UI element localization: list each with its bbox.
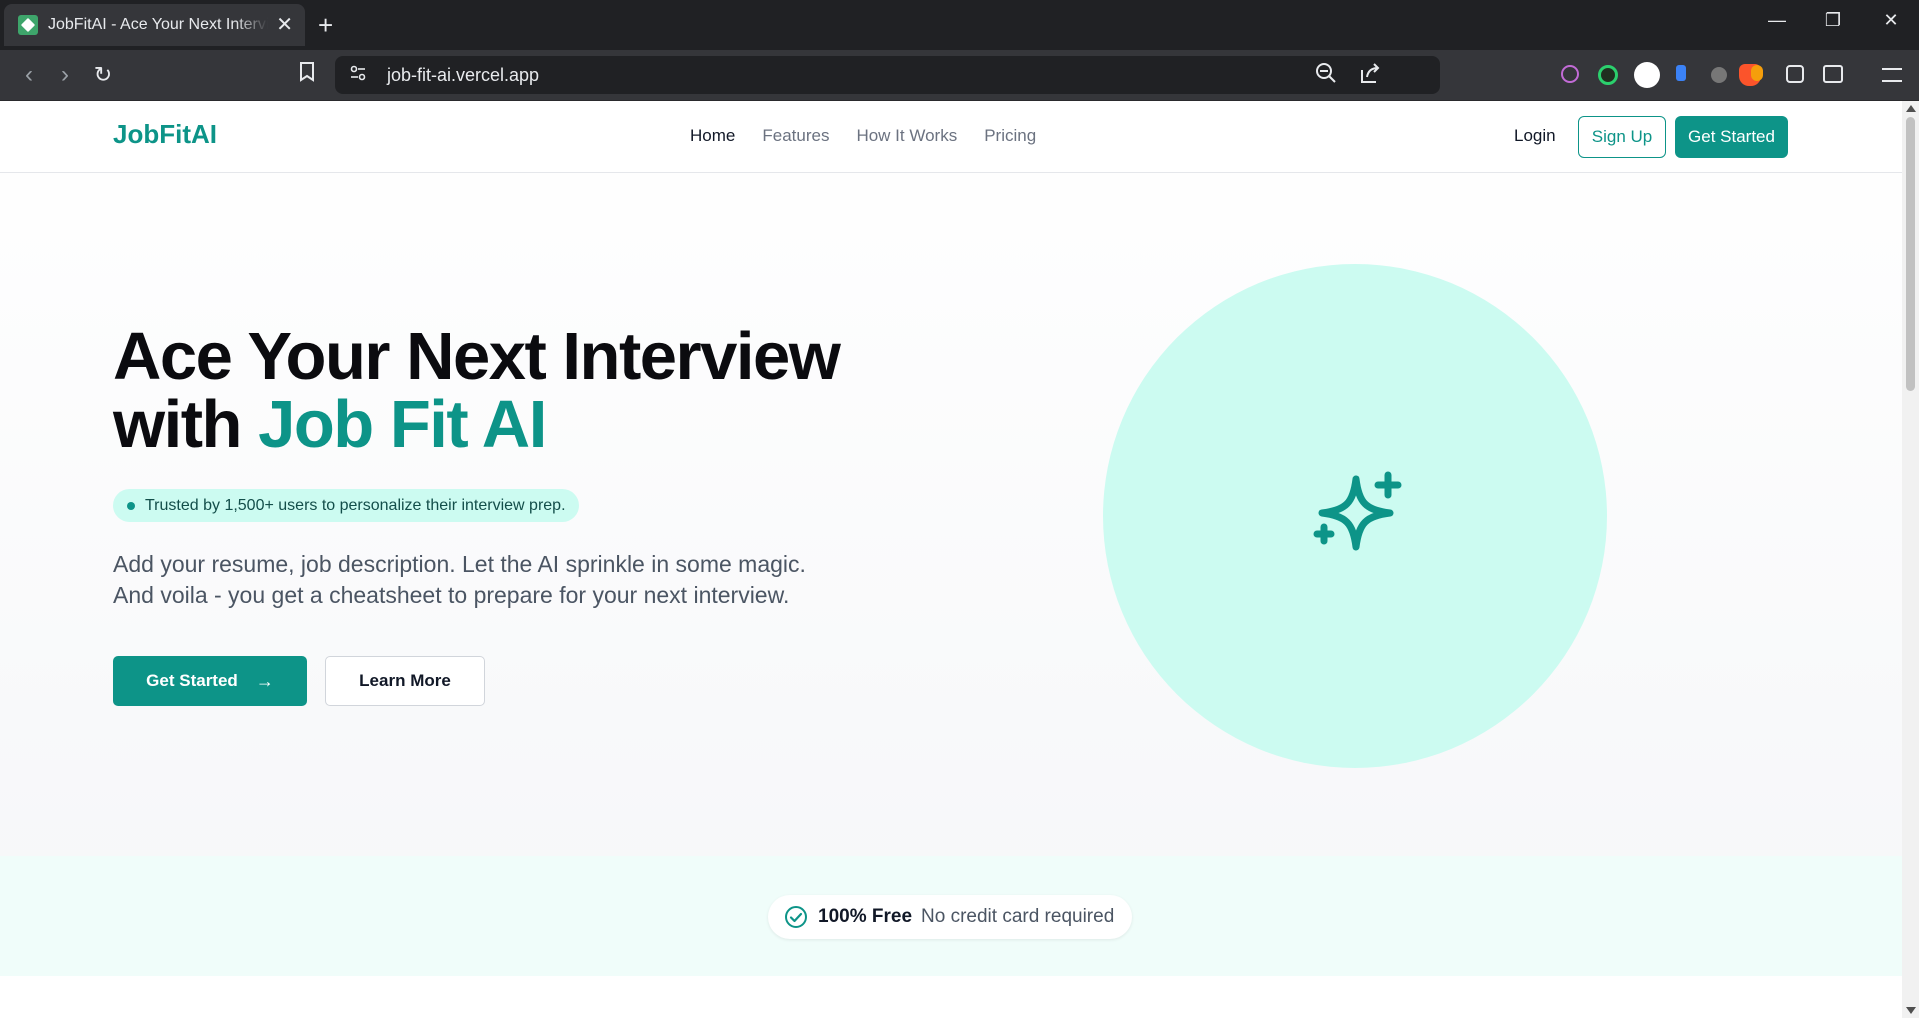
main-nav: Home Features How It Works Pricing (690, 126, 1036, 146)
header-get-started-button[interactable]: Get Started (1675, 116, 1788, 158)
check-circle-icon (785, 906, 807, 928)
site-favicon-icon (18, 15, 38, 35)
extension-radio-icon[interactable] (1561, 65, 1579, 83)
browser-toolbar: ‹ › ↻ job-fit-ai.vercel.app (0, 50, 1919, 101)
browser-tab[interactable]: JobFitAI - Ace Your Next Interview ✕ (4, 4, 305, 46)
tab-title: JobFitAI - Ace Your Next Interview (48, 16, 269, 33)
extension-avatar-icon[interactable] (1634, 62, 1660, 88)
free-label: 100% Free (818, 906, 913, 927)
next-section (0, 976, 1902, 1018)
url-text[interactable]: job-fit-ai.vercel.app (387, 65, 539, 86)
reader-mode-icon[interactable] (1823, 65, 1843, 83)
scrollbar-thumb[interactable] (1906, 117, 1915, 391)
trust-badge: Trusted by 1,500+ users to personalize t… (113, 489, 579, 522)
extension-orange-icon[interactable] (1751, 65, 1763, 81)
share-icon[interactable] (1359, 62, 1381, 90)
hero-description-line2: And voila - you get a cheatsheet to prep… (113, 582, 790, 608)
trust-badge-text: Trusted by 1,500+ users to personalize t… (145, 496, 566, 514)
zoom-icon[interactable] (1315, 62, 1337, 90)
bookmark-icon[interactable] (292, 60, 322, 90)
no-credit-card-note: No credit card required (921, 906, 1115, 927)
scroll-down-icon[interactable] (1906, 1007, 1916, 1014)
tab-close-icon[interactable]: ✕ (276, 15, 293, 35)
site-settings-icon[interactable] (349, 64, 371, 87)
menu-icon[interactable] (1882, 68, 1902, 82)
nav-home[interactable]: Home (690, 126, 735, 146)
window-close-button[interactable]: ✕ (1871, 10, 1911, 31)
nav-how-it-works[interactable]: How It Works (856, 126, 957, 146)
address-bar[interactable]: job-fit-ai.vercel.app (335, 56, 1761, 94)
extension-target-icon[interactable] (1598, 65, 1618, 85)
badge-dot-icon (127, 501, 135, 510)
reload-icon[interactable]: ↻ (88, 60, 118, 90)
browser-tab-bar: JobFitAI - Ace Your Next Interview ✕ + —… (0, 0, 1919, 50)
free-banner-pill: 100% Free No credit card required (768, 895, 1133, 939)
extension-blue-icon[interactable] (1676, 65, 1686, 81)
back-icon[interactable]: ‹ (14, 60, 44, 90)
minimize-button[interactable]: — (1757, 10, 1797, 31)
forward-icon[interactable]: › (50, 60, 80, 90)
nav-pricing[interactable]: Pricing (984, 126, 1036, 146)
hero-title-line2-prefix: with (113, 387, 259, 462)
web-page: JobFitAI Home Features How It Works Pric… (0, 101, 1902, 1018)
site-logo[interactable]: JobFitAI (113, 119, 217, 150)
new-tab-button[interactable]: + (318, 10, 333, 40)
hero-get-started-button[interactable]: Get Started → (113, 656, 307, 706)
extension-m-icon[interactable] (1711, 67, 1727, 83)
arrow-right-icon: → (255, 670, 274, 691)
signup-button[interactable]: Sign Up (1578, 116, 1666, 158)
hero-title: Ace Your Next Interview with Job Fit AI (113, 323, 841, 462)
extensions-puzzle-icon[interactable] (1786, 65, 1804, 83)
hero-title-line1: Ace Your Next Interview (113, 319, 841, 394)
hero-get-started-label: Get Started (146, 671, 238, 690)
hero-title-accent: Job Fit AI (258, 387, 547, 462)
site-header: JobFitAI Home Features How It Works Pric… (0, 101, 1902, 173)
login-link[interactable]: Login (1514, 126, 1556, 146)
restore-button[interactable]: ❐ (1813, 10, 1853, 31)
hero-description: Add your resume, job description. Let th… (113, 549, 873, 611)
hero-description-line1: Add your resume, job description. Let th… (113, 551, 806, 577)
scroll-up-icon[interactable] (1906, 105, 1916, 112)
learn-more-button[interactable]: Learn More (325, 656, 485, 706)
page-scrollbar[interactable] (1902, 101, 1919, 1018)
nav-features[interactable]: Features (762, 126, 829, 146)
sparkles-icon (1313, 471, 1402, 551)
